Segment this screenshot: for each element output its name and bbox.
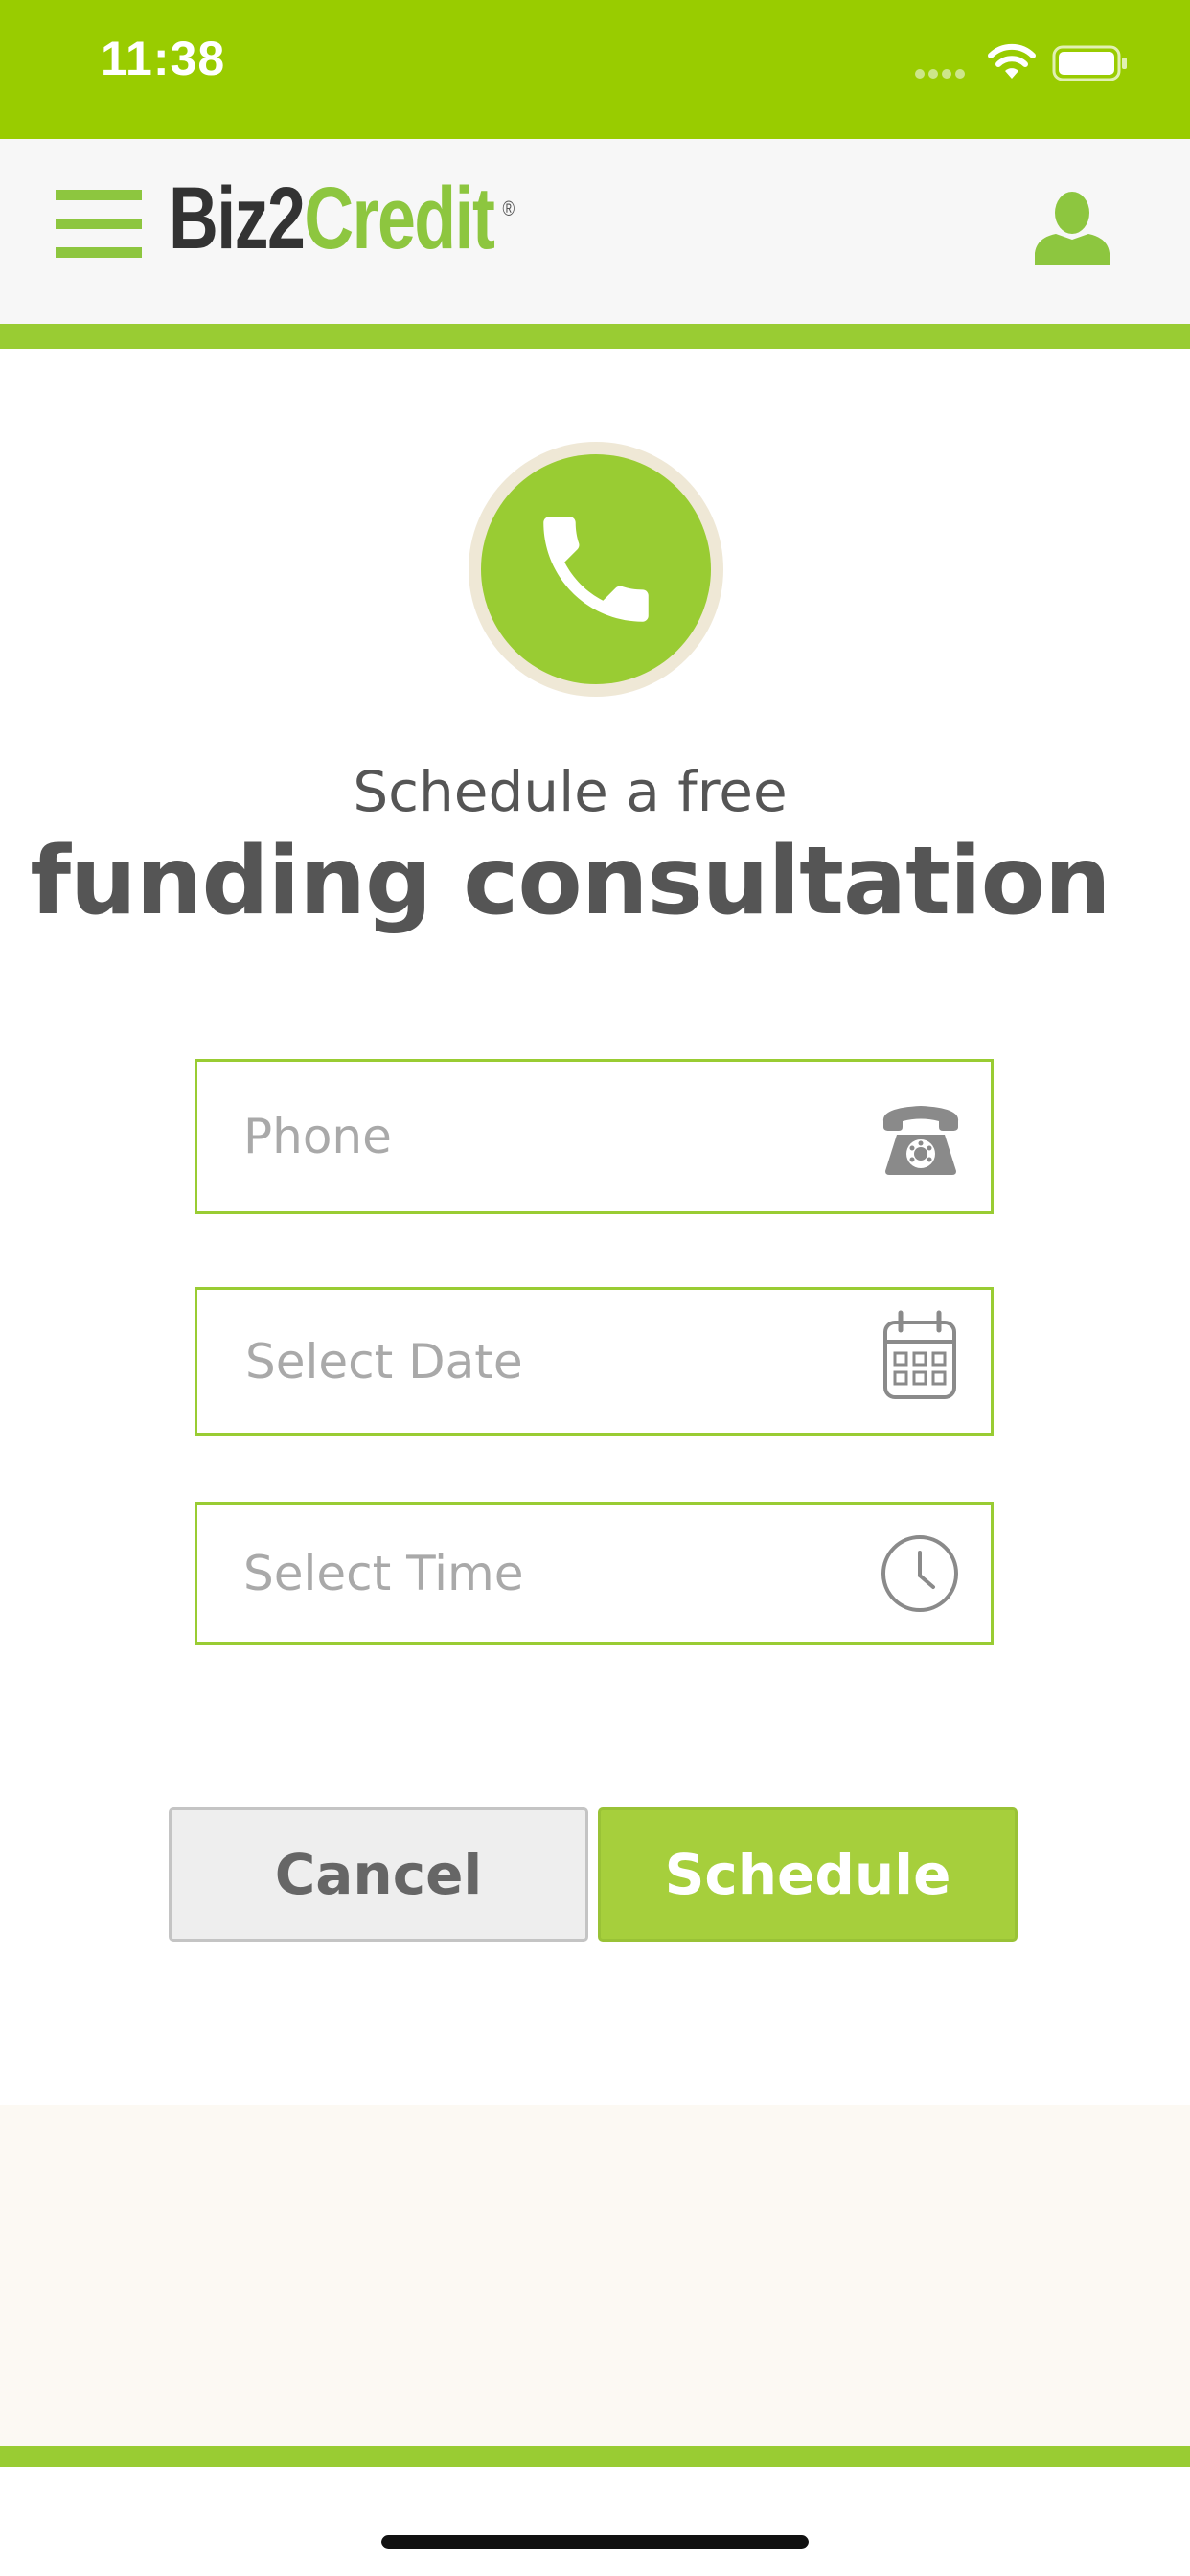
signal-dots-icon — [915, 69, 965, 79]
cancel-button[interactable]: Cancel — [169, 1807, 588, 1942]
biz2credit-logo: Biz2Credit ® — [169, 161, 515, 276]
status-time: 11:38 — [101, 32, 226, 85]
subtitle: Schedule a free — [353, 759, 788, 824]
date-input[interactable] — [245, 1290, 858, 1433]
logo-text-dark: Biz2 — [169, 170, 306, 267]
phone-field[interactable] — [195, 1059, 994, 1214]
user-profile-icon[interactable] — [1033, 190, 1111, 264]
page-title: funding consultation — [30, 827, 1110, 936]
date-field[interactable] — [195, 1287, 994, 1436]
footer-area — [0, 2104, 1190, 2446]
footer-accent-stripe — [0, 2446, 1190, 2467]
time-field[interactable] — [195, 1502, 994, 1644]
phone-input[interactable] — [243, 1062, 857, 1211]
clock-icon — [881, 1535, 958, 1612]
rotary-telephone-icon — [882, 1106, 959, 1175]
status-bar: 11:38 — [0, 0, 1190, 139]
home-indicator[interactable] — [381, 2535, 809, 2549]
phone-handset-icon — [543, 517, 649, 622]
registered-mark: ® — [502, 196, 515, 220]
time-input[interactable] — [243, 1505, 857, 1642]
calendar-icon — [883, 1310, 956, 1399]
hamburger-menu-icon[interactable] — [56, 190, 142, 259]
header-accent-stripe — [0, 324, 1190, 349]
phone-badge — [469, 442, 723, 697]
wifi-icon — [988, 43, 1036, 79]
schedule-button[interactable]: Schedule — [598, 1807, 1018, 1942]
logo-text-green: Credit — [304, 170, 495, 267]
battery-icon — [1052, 45, 1127, 81]
